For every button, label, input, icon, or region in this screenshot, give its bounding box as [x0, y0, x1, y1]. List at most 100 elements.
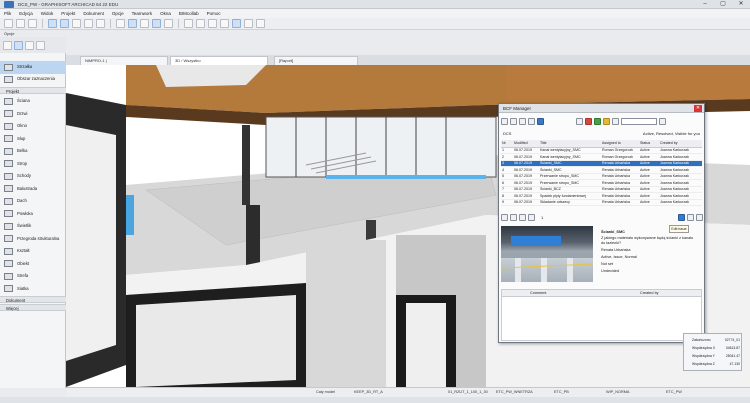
menu-teamwork[interactable]: Teamwork	[132, 11, 153, 16]
layers-icon[interactable]	[116, 19, 125, 28]
col-comment[interactable]: Comment	[530, 291, 546, 295]
col-created[interactable]: Created by	[659, 140, 702, 148]
zoom-to-issue-icon[interactable]	[501, 214, 508, 221]
issue-snapshot[interactable]	[501, 226, 593, 282]
group-dokument[interactable]: Dokument	[0, 296, 66, 303]
magic-wand-icon[interactable]	[60, 19, 69, 28]
minimize-button[interactable]: –	[696, 0, 714, 9]
dropdown-icon[interactable]	[659, 118, 666, 125]
pointer-icon[interactable]	[72, 19, 81, 28]
import-icon[interactable]	[501, 118, 508, 125]
menu-plik[interactable]: Plik	[4, 11, 11, 16]
close-window-button[interactable]: ✕	[732, 0, 750, 9]
col-status[interactable]: Status	[639, 140, 659, 148]
layer-combo[interactable]: KEEP_3D_RT_A	[354, 390, 383, 394]
edit-issue-icon[interactable]	[678, 214, 685, 221]
settings-icon[interactable]	[612, 118, 619, 125]
refresh-icon[interactable]	[537, 118, 544, 125]
arrow-select-icon[interactable]	[48, 19, 57, 28]
tool-marquee[interactable]: Obszar zaznaczenia	[0, 73, 66, 86]
markup-icon[interactable]	[528, 214, 535, 221]
snapshot-icon[interactable]	[519, 214, 526, 221]
pen-set-combo[interactable]: ETC_PW_WNETRZA	[496, 390, 533, 394]
arrow-mode-icon[interactable]	[14, 40, 23, 50]
guide-lines-icon[interactable]	[152, 19, 161, 28]
add-issue-icon[interactable]	[687, 214, 694, 221]
col-comment-created[interactable]: Created by	[640, 291, 659, 295]
tool-column[interactable]: Słup	[0, 133, 66, 146]
tool-object[interactable]: Obiekt	[0, 258, 66, 271]
tool-wall[interactable]: Ściana	[0, 95, 66, 108]
sync-icon[interactable]	[528, 118, 535, 125]
coord-row[interactable]: Współrzędna Y 25041.47	[687, 353, 741, 360]
warning-filter-icon[interactable]	[603, 118, 610, 125]
coord-row[interactable]: Zakończono 02774_01	[687, 337, 741, 344]
filter-icon[interactable]	[576, 118, 583, 125]
settings-icon[interactable]	[36, 40, 45, 50]
coord-row[interactable]: Współrzędna Z 47.130	[687, 361, 741, 368]
teamwork-icon[interactable]	[184, 19, 193, 28]
redo-icon[interactable]	[96, 19, 105, 28]
tool-roof[interactable]: Dach	[0, 195, 66, 208]
renovation-combo[interactable]: ETC_PW	[666, 390, 682, 394]
elevation-icon[interactable]	[208, 19, 217, 28]
tab-nimpro[interactable]: NIMPRO-1 |	[80, 56, 168, 65]
3d-view-icon[interactable]	[220, 19, 229, 28]
menu-widok[interactable]: Widok	[41, 11, 54, 16]
col-title[interactable]: Title	[539, 140, 601, 148]
group-wiecej[interactable]: Więcej	[0, 304, 66, 311]
story-combo[interactable]: 01_RZUT_1_100_1_30	[448, 390, 488, 394]
resolved-filter-icon[interactable]	[594, 118, 601, 125]
menu-okna[interactable]: Okna	[160, 11, 171, 16]
tool-curtain-wall[interactable]: Przegroda strukturalna	[0, 233, 66, 246]
tool-morph[interactable]: Kształt	[0, 245, 66, 258]
tool-stair[interactable]: Schody	[0, 170, 66, 183]
col-modified[interactable]: Modified	[513, 140, 539, 148]
tab-3d-wszystko[interactable]: 3D / Wszystko	[170, 56, 268, 65]
error-filter-icon[interactable]	[585, 118, 592, 125]
maximize-button[interactable]: ▢	[714, 0, 732, 9]
col-assigned[interactable]: Assigned to	[601, 140, 639, 148]
col-nr[interactable]: Nr	[501, 140, 513, 148]
tool-skylight[interactable]: Świetlik	[0, 220, 66, 233]
tool-slab[interactable]: Strop	[0, 158, 66, 171]
new-file-icon[interactable]	[4, 19, 13, 28]
zoom-value[interactable]: Cały model	[316, 390, 335, 394]
bcf-close-button[interactable]: ✕	[694, 105, 702, 112]
table-row[interactable]: 9 06.07.2019 Składanie odszecy Renata Urbań…	[501, 199, 702, 206]
marquee-mode-icon[interactable]	[25, 40, 34, 50]
save-icon[interactable]	[28, 19, 37, 28]
tool-door[interactable]: Drzwi	[0, 108, 66, 121]
tool-zone[interactable]: Strefa	[0, 270, 66, 283]
partial-structure-combo[interactable]: WIP_NORMA	[606, 390, 629, 394]
menu-dokument[interactable]: Dokument	[83, 11, 104, 16]
tool-beam[interactable]: Belka	[0, 145, 66, 158]
new-project-icon[interactable]	[519, 118, 526, 125]
pick-icon[interactable]	[3, 40, 12, 50]
tab-raport[interactable]: [Raport]	[274, 56, 358, 65]
select-elements-icon[interactable]	[510, 214, 517, 221]
menu-projekt[interactable]: Projekt	[61, 11, 75, 16]
snap-icon[interactable]	[128, 19, 137, 28]
menu-edycja[interactable]: Edycja	[19, 11, 33, 16]
model-view-combo[interactable]: ETC_PB	[554, 390, 569, 394]
menu-opcje[interactable]: Opcje	[112, 11, 124, 16]
grid-icon[interactable]	[140, 19, 149, 28]
export-icon[interactable]	[510, 118, 517, 125]
remove-issue-icon[interactable]	[696, 214, 703, 221]
section-icon[interactable]	[196, 19, 205, 28]
open-file-icon[interactable]	[16, 19, 25, 28]
bcf-icon[interactable]	[256, 19, 265, 28]
zoom-icon[interactable]	[244, 19, 253, 28]
tool-mesh[interactable]: Siatka	[0, 283, 66, 296]
tool-arrow[interactable]: Strzałka	[0, 61, 66, 74]
coord-row[interactable]: Współrzędna X 04613.87	[687, 345, 741, 352]
group-projekt[interactable]: Projekt	[0, 87, 66, 94]
menu-pomoc[interactable]: Pomoc	[207, 11, 221, 16]
measure-icon[interactable]	[164, 19, 173, 28]
menu-bimcollab[interactable]: BIMcollab	[179, 11, 199, 16]
bcf-search-input[interactable]	[621, 118, 657, 125]
tool-window[interactable]: Okno	[0, 120, 66, 133]
tool-shell[interactable]: Powłoka	[0, 208, 66, 221]
undo-icon[interactable]	[84, 19, 93, 28]
